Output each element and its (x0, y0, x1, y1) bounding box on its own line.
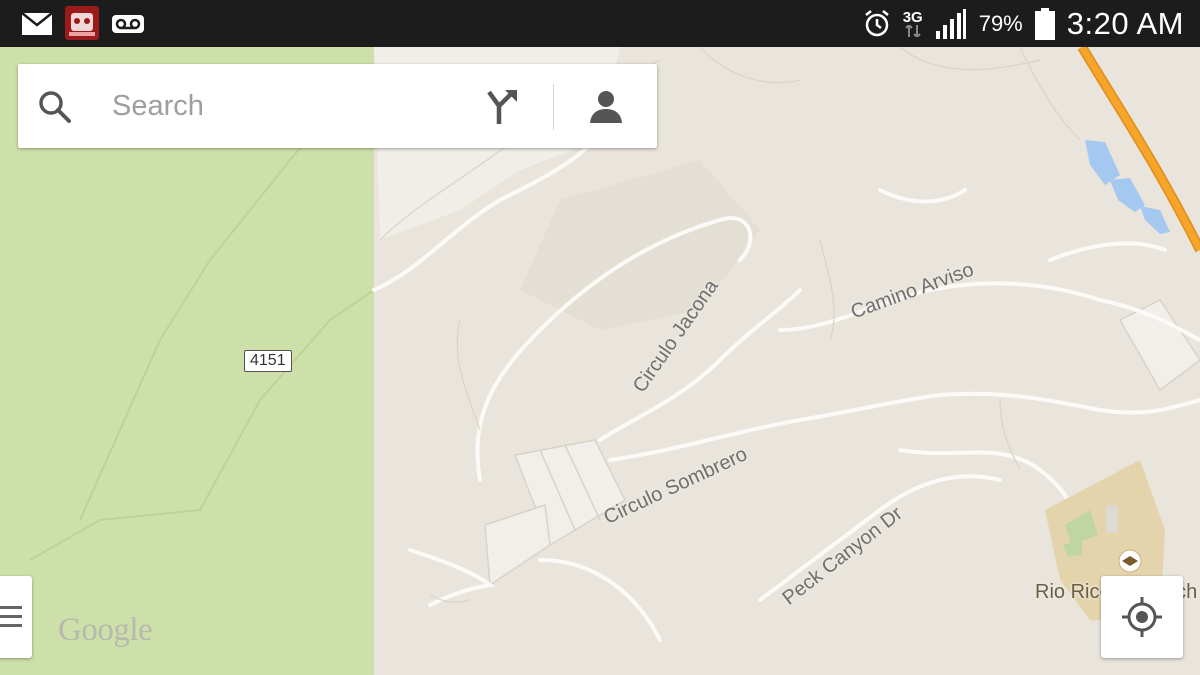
battery-percent: 79% (978, 10, 1023, 36)
search-icon[interactable] (38, 90, 72, 124)
account-icon[interactable] (589, 89, 623, 125)
battery-icon (1034, 7, 1055, 40)
route-shield: 4151 (244, 350, 292, 372)
my-location-icon (1122, 597, 1162, 637)
voicemail-icon (112, 15, 144, 33)
search-box[interactable]: Search (18, 64, 657, 148)
my-location-button[interactable] (1101, 576, 1183, 658)
mail-icon (22, 13, 52, 35)
status-bar: 3G 79% 3:20 AM (0, 0, 1200, 47)
google-logo: Google (58, 612, 153, 648)
network-label: 3G (902, 8, 923, 26)
clock: 3:20 AM (1066, 5, 1184, 41)
alarm-icon (864, 9, 889, 36)
app-notification-icon (65, 6, 99, 40)
directions-icon[interactable] (485, 88, 519, 126)
network-3g-icon: 3G (902, 8, 923, 37)
menu-button[interactable] (0, 576, 32, 658)
menu-icon (0, 606, 22, 627)
search-divider (553, 84, 554, 130)
search-input[interactable]: Search (112, 90, 204, 123)
signal-icon (935, 8, 966, 39)
